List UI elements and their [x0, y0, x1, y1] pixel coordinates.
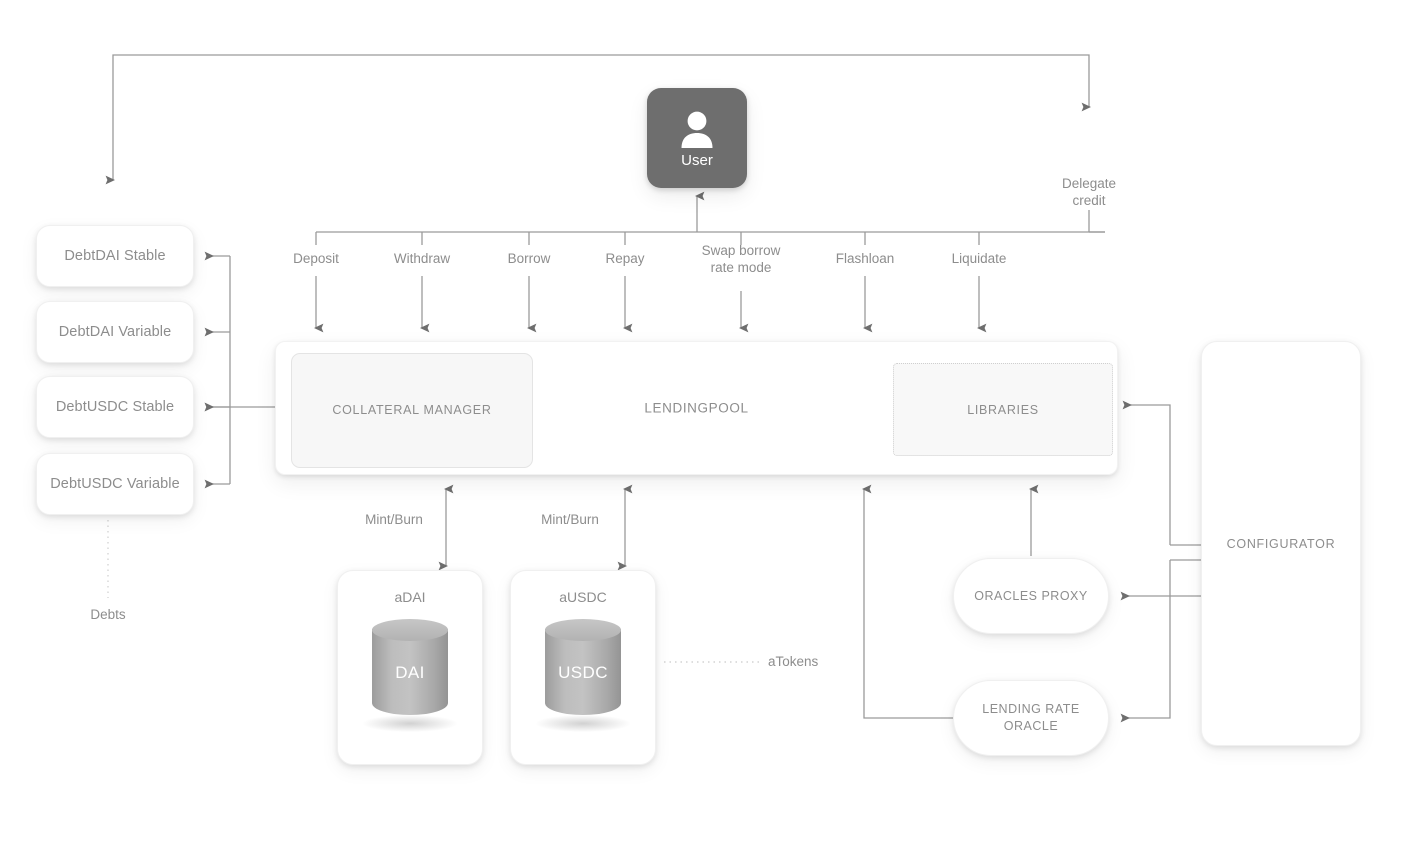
atoken-token-label: USDC	[558, 663, 608, 682]
mint-burn-label-ausdc: Mint/Burn	[541, 512, 599, 527]
database-cylinder-icon: USDC	[536, 619, 630, 732]
action-label-liquidate[interactable]: Liquidate	[919, 250, 1039, 267]
user-icon	[681, 111, 713, 148]
configurator-node[interactable]: CONFIGURATOR	[1201, 341, 1361, 746]
action-label-repay[interactable]: Repay	[565, 250, 685, 267]
architecture-diagram: DebtDAI Stable DebtDAI Variable DebtUSDC…	[0, 0, 1412, 848]
action-label-flashloan[interactable]: Flashloan	[805, 250, 925, 267]
debt-box-debtusdc-stable[interactable]: DebtUSDC Stable	[36, 376, 194, 438]
debt-box-label: DebtUSDC Variable	[50, 476, 180, 492]
action-label-deposit[interactable]: Deposit	[256, 250, 376, 267]
debts-group-label: Debts	[90, 607, 126, 622]
atoken-title: aDAI	[394, 589, 426, 605]
configurator-label: CONFIGURATOR	[1226, 536, 1336, 551]
mint-burn-label-adai: Mint/Burn	[365, 512, 423, 527]
debt-box-label: DebtUSDC Stable	[55, 399, 175, 415]
lendingpool-node[interactable]: COLLATERAL MANAGER LENDINGPOOL LIBRARIES	[275, 341, 1118, 475]
atoken-token-label: DAI	[395, 663, 425, 682]
debt-box-label: DebtDAI Stable	[64, 248, 166, 264]
lending-rate-oracle-label: LENDING RATE ORACLE	[982, 702, 1080, 733]
oracles-proxy-label: ORACLES PROXY	[974, 588, 1088, 603]
atoken-card-adai[interactable]: aDAI DAI	[337, 570, 483, 765]
debt-box-debtusdc-variable[interactable]: DebtUSDC Variable	[36, 453, 194, 515]
atokens-group-label: aTokens	[768, 654, 819, 669]
debt-box-label: DebtDAI Variable	[58, 324, 172, 340]
libraries-node[interactable]: LIBRARIES	[893, 363, 1113, 456]
database-cylinder-icon: DAI	[363, 619, 457, 732]
libraries-label: LIBRARIES	[967, 402, 1039, 417]
delegate-credit-label: Delegate credit	[1061, 176, 1117, 208]
action-label-swap-borrow-rate-mode[interactable]: Swap borrow rate mode	[681, 242, 801, 276]
atoken-title: aUSDC	[559, 589, 607, 605]
atoken-card-ausdc[interactable]: aUSDC USDC	[510, 570, 656, 765]
lending-rate-oracle-node[interactable]: LENDING RATE ORACLE	[953, 680, 1109, 756]
user-label: User	[681, 151, 713, 169]
action-label-withdraw[interactable]: Withdraw	[362, 250, 482, 267]
debt-box-debtdai-stable[interactable]: DebtDAI Stable	[36, 225, 194, 287]
user-node[interactable]: User	[647, 88, 747, 188]
oracles-proxy-node[interactable]: ORACLES PROXY	[953, 558, 1109, 634]
debt-box-debtdai-variable[interactable]: DebtDAI Variable	[36, 301, 194, 363]
